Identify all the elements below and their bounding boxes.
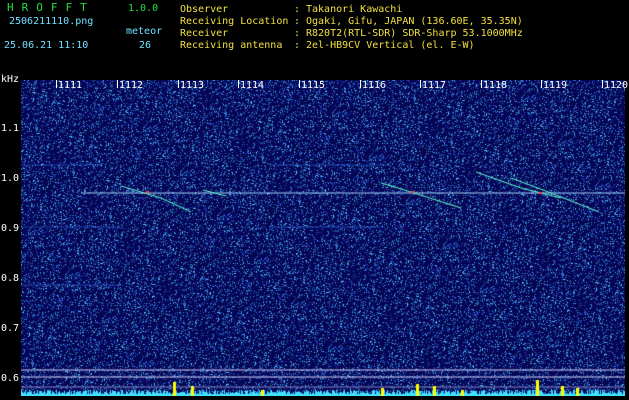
app-logo: HROFFT xyxy=(7,1,95,14)
receiver-label: Receiver xyxy=(180,28,229,39)
antenna-label: Receiving antenna xyxy=(180,40,283,51)
time-tick xyxy=(178,80,179,88)
freq-label-1.1: 1.1 xyxy=(1,123,20,134)
time-label-1112: 1112 xyxy=(119,80,144,91)
spectrogram-canvas xyxy=(21,80,625,396)
freq-label-1.0: 1.0 xyxy=(1,173,20,184)
time-tick xyxy=(541,80,542,88)
freq-label-0.7: 0.7 xyxy=(1,323,20,334)
app-version: 1.0.0 xyxy=(128,3,159,14)
receiver-value: R820T2(RTL-SDR) SDR-Sharp 53.1000MHz xyxy=(306,28,523,39)
time-tick xyxy=(602,80,603,88)
time-label-1111: 1111 xyxy=(58,80,83,91)
time-tick xyxy=(481,80,482,88)
time-tick xyxy=(238,80,239,88)
observer-separator: : xyxy=(294,4,301,15)
freq-label-0.8: 0.8 xyxy=(1,273,20,284)
time-label-1120: 1120 xyxy=(604,80,629,91)
time-label-1116: 1116 xyxy=(362,80,387,91)
time-label-1117: 1117 xyxy=(422,80,447,91)
hrofft-window: HROFFT 1.0.0 2506211110.png meteor 25.06… xyxy=(0,0,629,400)
meteor-count-value: 26 xyxy=(139,40,152,51)
time-label-1119: 1119 xyxy=(543,80,568,91)
receiver-separator: : xyxy=(294,28,301,39)
date-time: 25.06.21 11:10 xyxy=(4,40,89,51)
time-label-1113: 1113 xyxy=(180,80,205,91)
time-label-1118: 1118 xyxy=(483,80,508,91)
freq-label-0.9: 0.9 xyxy=(1,223,20,234)
time-tick xyxy=(299,80,300,88)
time-label-1114: 1114 xyxy=(240,80,265,91)
location-label: Receiving Location xyxy=(180,16,289,27)
observer-label: Observer xyxy=(180,4,229,15)
meteor-count-label: meteor xyxy=(126,26,163,37)
time-tick xyxy=(117,80,118,88)
y-axis-unit: kHz xyxy=(1,74,20,85)
location-value: Ogaki, Gifu, JAPAN (136.60E, 35.35N) xyxy=(306,16,523,27)
antenna-separator: : xyxy=(294,40,301,51)
time-tick xyxy=(56,80,57,88)
observer-value: Takanori Kawachi xyxy=(306,4,403,15)
freq-label-0.6: 0.6 xyxy=(1,373,20,384)
antenna-value: 2el-HB9CV Vertical (el. E-W) xyxy=(306,40,475,51)
file-name: 2506211110.png xyxy=(9,16,94,27)
time-label-1115: 1115 xyxy=(301,80,326,91)
time-tick xyxy=(420,80,421,88)
location-separator: : xyxy=(294,16,301,27)
time-tick xyxy=(360,80,361,88)
